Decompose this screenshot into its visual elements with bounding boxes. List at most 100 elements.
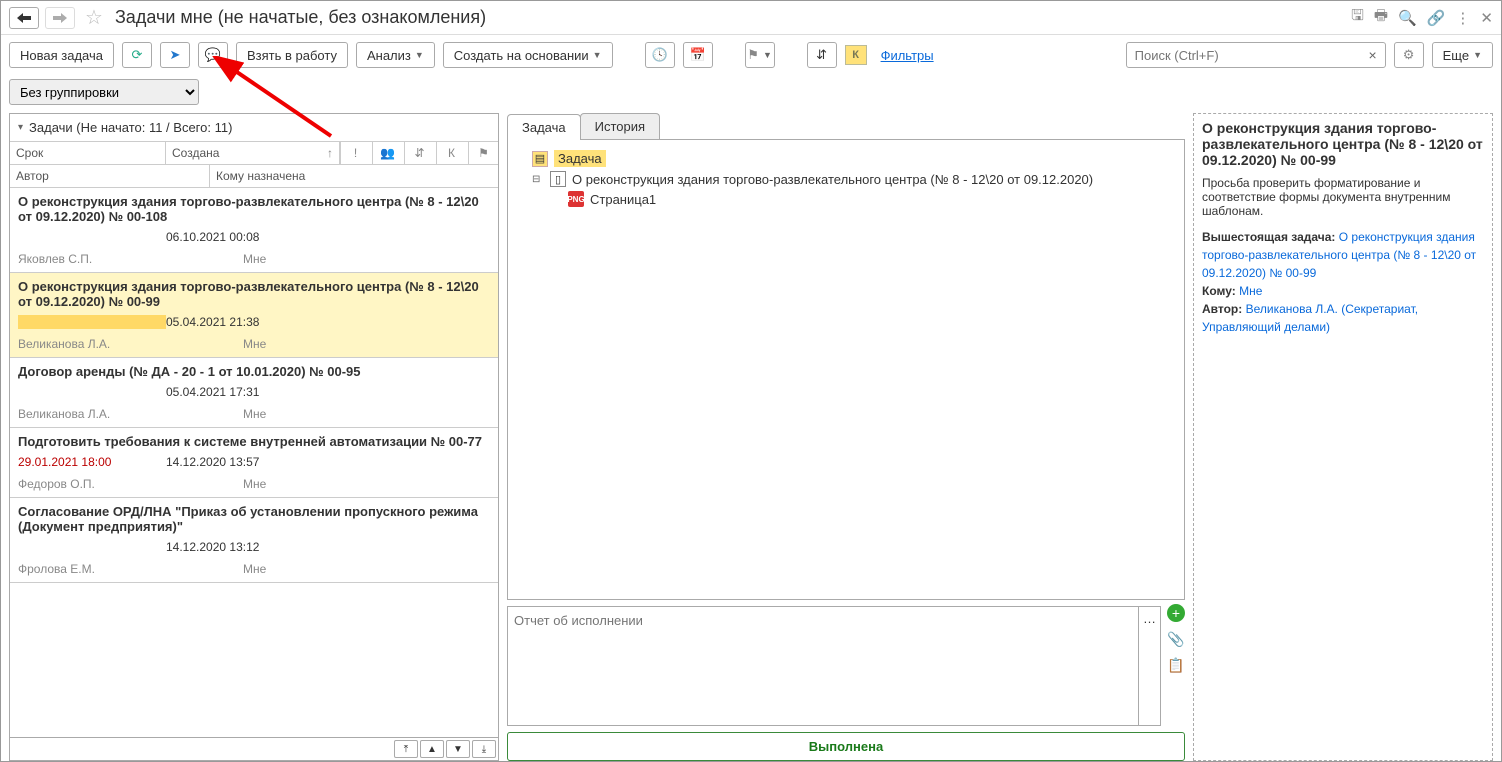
refresh-icon: ⟳ (132, 47, 143, 63)
col-k-icon[interactable]: К (436, 142, 466, 164)
done-button[interactable]: Выполнена (507, 732, 1185, 761)
task-detail-panel: Задача История ▤ Задача ⊟ ▯ О реконструк… (507, 113, 1185, 761)
filters-link[interactable]: Фильтры (881, 48, 934, 63)
task-title: Договор аренды (№ ДА - 20 - 1 от 10.01.2… (10, 358, 498, 381)
task-author: Федоров О.П. (18, 477, 243, 491)
back-button[interactable] (9, 7, 39, 29)
chat-button[interactable]: 💬 (198, 42, 228, 68)
flag-button[interactable]: ⚑▼ (745, 42, 775, 68)
task-row[interactable]: Согласование ОРД/ЛНА "Приказ об установл… (10, 498, 498, 583)
tree-icon: ⇵ (816, 47, 827, 63)
search-clear-button[interactable]: × (1360, 47, 1384, 63)
nav-down-button[interactable]: ▼ (446, 740, 470, 758)
create-based-button[interactable]: Создать на основании▼ (443, 42, 613, 68)
nav-up-button[interactable]: ▲ (420, 740, 444, 758)
info-title: О реконструкция здания торгово-развлекат… (1202, 120, 1484, 168)
tab-history[interactable]: История (580, 113, 660, 139)
clock-button[interactable]: 🕓 (645, 42, 675, 68)
task-komu: Мне (243, 337, 266, 351)
task-row[interactable]: О реконструкция здания торгово-развлекат… (10, 273, 498, 358)
tree-button[interactable]: ⇵ (807, 42, 837, 68)
task-list-subheader: Автор Кому назначена (10, 165, 498, 188)
task-sozdana: 06.10.2021 00:08 (166, 230, 259, 244)
clipboard-button[interactable]: 📋 (1167, 656, 1185, 674)
preview-icon[interactable]: 🔍 (1398, 9, 1417, 27)
task-srok (18, 540, 166, 554)
close-icon[interactable]: ✕ (1480, 9, 1493, 27)
task-sozdana: 05.04.2021 17:31 (166, 385, 259, 399)
arrow-right-icon: ➤ (170, 47, 181, 63)
col-priority-icon[interactable]: ! (340, 142, 370, 164)
col-komu[interactable]: Кому назначена (210, 165, 498, 187)
col-sozdana[interactable]: Создана↑ (166, 142, 340, 164)
png-icon: PNG (568, 191, 584, 207)
favorite-star-icon[interactable]: ☆ (85, 5, 103, 30)
tree-doc[interactable]: ⊟ ▯ О реконструкция здания торгово-развл… (532, 169, 1176, 189)
settings-button[interactable]: ⚙ (1394, 42, 1424, 68)
info-meta: Вышестоящая задача: О реконструкция здан… (1202, 228, 1484, 336)
report-textarea[interactable] (508, 607, 1138, 725)
collapse-icon[interactable]: ⊟ (532, 174, 544, 185)
task-title: О реконструкция здания торгово-развлекат… (10, 273, 498, 311)
col-flag-icon[interactable]: ⚑ (468, 142, 498, 164)
document-icon: ▯ (550, 171, 566, 187)
task-row[interactable]: Подготовить требования к системе внутрен… (10, 428, 498, 498)
tree-root[interactable]: ▤ Задача (532, 148, 1176, 169)
calendar-add-icon: 📅 (689, 47, 705, 63)
flag-icon: ⚑ (747, 47, 759, 63)
attach-button[interactable]: 📎 (1167, 630, 1185, 648)
task-author: Фролова Е.М. (18, 562, 243, 576)
col-author[interactable]: Автор (10, 165, 210, 187)
more-button[interactable]: Еще▼ (1432, 42, 1493, 68)
task-row[interactable]: О реконструкция здания торгово-развлекат… (10, 188, 498, 273)
task-title: Подготовить требования к системе внутрен… (10, 428, 498, 451)
nav-first-button[interactable]: ⤒ (394, 740, 418, 758)
task-list-header: Срок Создана↑ ! 👥 ⇵ К ⚑ (10, 142, 498, 165)
task-sozdana: 05.04.2021 21:38 (166, 315, 259, 329)
nav-last-button[interactable]: ⤓ (472, 740, 496, 758)
task-srok (18, 385, 166, 399)
kebab-menu-icon[interactable]: ⋮ (1455, 9, 1470, 27)
report-expand-button[interactable]: … (1138, 607, 1160, 725)
window-header: ☆ Задачи мне (не начатые, без ознакомлен… (1, 1, 1501, 35)
grouping-select[interactable]: Без группировки (9, 79, 199, 105)
task-srok (18, 230, 166, 244)
sort-asc-icon: ↑ (327, 146, 333, 160)
task-tree: ▤ Задача ⊟ ▯ О реконструкция здания торг… (507, 140, 1185, 600)
task-author: Великанова Л.А. (18, 337, 243, 351)
task-list-title: ▾ Задачи (Не начато: 11 / Всего: 11) (10, 114, 498, 142)
info-panel: О реконструкция здания торгово-развлекат… (1193, 113, 1493, 761)
toolbar: Новая задача ⟳ ➤ 💬 Взять в работу Анализ… (1, 35, 1501, 75)
col-hierarchy-icon[interactable]: ⇵ (404, 142, 434, 164)
info-description: Просьба проверить форматирование и соотв… (1202, 176, 1484, 218)
link-icon[interactable]: 🔗 (1427, 9, 1446, 27)
take-work-button[interactable]: Взять в работу (236, 42, 348, 68)
task-author: Яковлев С.П. (18, 252, 243, 266)
k-toggle-button[interactable]: К (845, 45, 867, 65)
task-srok (18, 315, 166, 329)
print-icon[interactable]: 🖶 (1374, 5, 1388, 30)
task-komu: Мне (243, 477, 266, 491)
chat-icon: 💬 (205, 47, 221, 63)
forward-button[interactable] (45, 7, 75, 29)
caret-down-icon: ▼ (593, 50, 602, 60)
grouping-bar: Без группировки (1, 75, 1501, 113)
col-srok[interactable]: Срок (10, 142, 166, 164)
clock-icon: 🕓 (651, 47, 667, 63)
calendar-add-button[interactable]: 📅 (683, 42, 713, 68)
refresh-button[interactable]: ⟳ (122, 42, 152, 68)
search-input[interactable] (1127, 48, 1361, 63)
save-icon[interactable]: 🖫 (1351, 5, 1364, 30)
tab-task[interactable]: Задача (507, 114, 581, 140)
col-users-icon[interactable]: 👥 (372, 142, 402, 164)
task-komu: Мне (243, 407, 266, 421)
analysis-button[interactable]: Анализ▼ (356, 42, 435, 68)
komu-link[interactable]: Мне (1239, 284, 1262, 298)
tree-page[interactable]: PNG Страница1 (568, 189, 1176, 209)
report-side-buttons: + 📎 📋 (1161, 600, 1185, 674)
forward-action-button[interactable]: ➤ (160, 42, 190, 68)
add-button[interactable]: + (1167, 604, 1185, 622)
chevron-down-icon[interactable]: ▾ (18, 122, 23, 133)
task-row[interactable]: Договор аренды (№ ДА - 20 - 1 от 10.01.2… (10, 358, 498, 428)
new-task-button[interactable]: Новая задача (9, 42, 114, 68)
